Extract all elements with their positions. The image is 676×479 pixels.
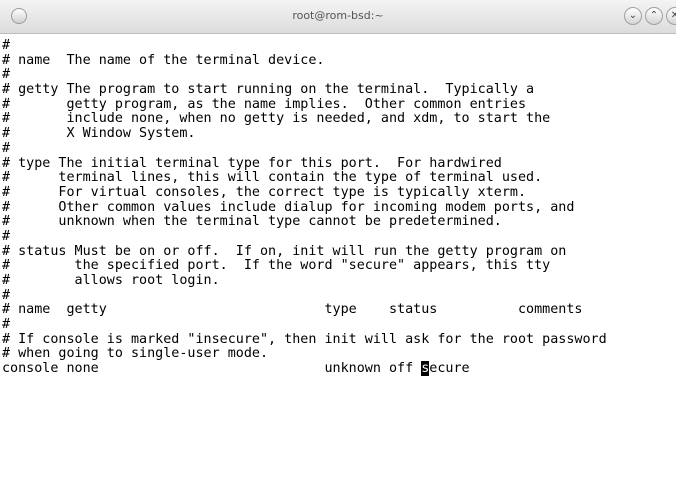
terminal-line: # name The name of the terminal device. bbox=[2, 52, 325, 68]
terminal-line: # bbox=[2, 317, 11, 333]
terminal-lines: # # name The name of the terminal device.… bbox=[2, 38, 607, 377]
terminal-line: # unknown when the terminal type cannot … bbox=[2, 214, 502, 230]
maximize-button[interactable]: ⌃ bbox=[645, 7, 663, 25]
current-line-text: console none unknown off bbox=[2, 361, 422, 377]
terminal-area[interactable]: # # name The name of the terminal device.… bbox=[0, 35, 676, 479]
terminal-line: # bbox=[2, 67, 11, 83]
window-title: root@rom-bsd:~ bbox=[292, 9, 384, 22]
terminal-line: # name getty type status comments bbox=[2, 302, 583, 318]
terminal-line: # type The initial terminal type for thi… bbox=[2, 155, 502, 171]
terminal-line: # For virtual consoles, the correct type… bbox=[2, 184, 527, 200]
terminal-line: # If console is marked "insecure", then … bbox=[2, 331, 607, 347]
terminal-text: # # name The name of the terminal device.… bbox=[2, 38, 607, 362]
minimize-button[interactable]: ⌄ bbox=[624, 7, 642, 25]
terminal-line: # X Window System. bbox=[2, 126, 196, 142]
terminal-line: # the specified port. If the word "secur… bbox=[2, 258, 551, 274]
terminal-line: # status Must be on or off. If on, init … bbox=[2, 243, 567, 259]
terminal-line: # bbox=[2, 287, 11, 303]
terminal-line: # bbox=[2, 38, 11, 53]
terminal-line: # include none, when no getty is needed,… bbox=[2, 111, 551, 127]
terminal-line: # getty The program to start running on … bbox=[2, 82, 535, 98]
terminal-line: # when going to single-user mode. bbox=[2, 346, 269, 362]
terminal-line-current: console none unknown off secure bbox=[2, 361, 607, 377]
terminal-line: # Other common values include dialup for… bbox=[2, 199, 575, 215]
current-line-text-after-cursor: ecure bbox=[429, 361, 470, 377]
title-bar[interactable]: root@rom-bsd:~ ⌄ ⌃ ✕ bbox=[0, 0, 676, 34]
terminal-line: # bbox=[2, 140, 11, 156]
terminal-window: root@rom-bsd:~ ⌄ ⌃ ✕ # # name The name of… bbox=[0, 0, 676, 479]
close-button[interactable]: ✕ bbox=[666, 7, 676, 25]
terminal-line: # bbox=[2, 228, 11, 244]
terminal-line: # terminal lines, this will contain the … bbox=[2, 170, 543, 186]
terminal-line: # allows root login. bbox=[2, 273, 220, 288]
terminal-line: # getty program, as the name implies. Ot… bbox=[2, 96, 527, 112]
